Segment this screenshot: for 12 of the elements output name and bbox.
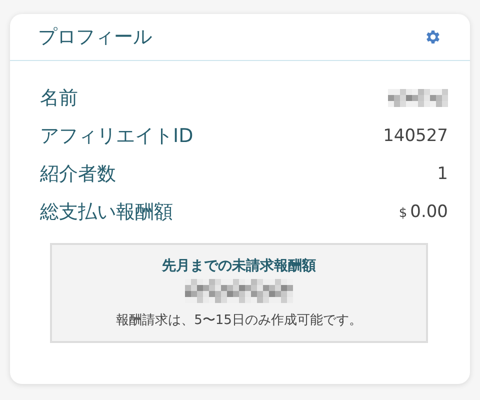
field-value: 140527 xyxy=(383,126,448,146)
panel-note: 報酬請求は、5〜15日のみ作成可能です。 xyxy=(116,312,362,329)
field-value: $ 0.00 xyxy=(398,202,448,222)
panel-title: 先月までの未請求報酬額 xyxy=(162,257,316,275)
field-value: 1 xyxy=(437,164,448,184)
field-label: 総支払い報酬額 xyxy=(40,200,173,225)
field-label: 紹介者数 xyxy=(40,162,116,187)
settings-icon[interactable] xyxy=(424,28,442,46)
card-title: プロフィール xyxy=(38,25,152,50)
field-label: アフィリエイトID xyxy=(40,124,194,149)
field-label: 名前 xyxy=(40,86,78,111)
pixelated-value-drawing xyxy=(388,89,448,107)
